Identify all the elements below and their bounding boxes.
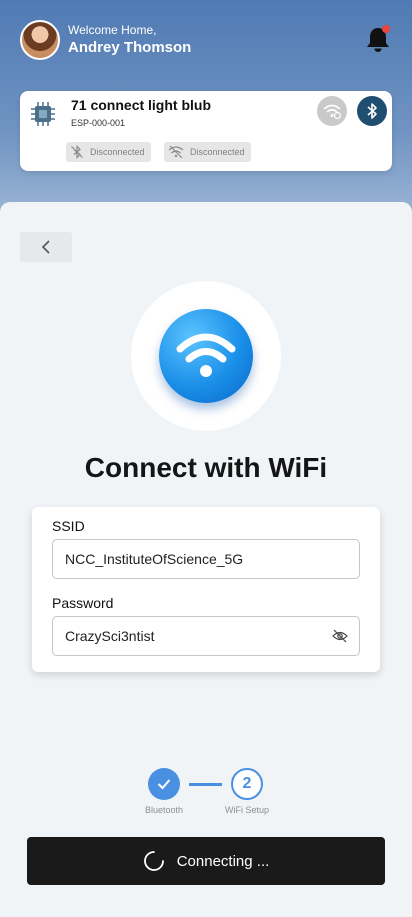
bluetooth-button[interactable] [357,96,387,126]
connecting-label: Connecting ... [176,852,270,870]
greeting-block: Welcome Home, Andrey Thomson [68,23,191,57]
screen: Welcome Home, Andrey Thomson 71 connect … [0,0,412,917]
bell-icon[interactable] [364,24,392,54]
wifi-off-icon [168,145,184,159]
step-connector [189,783,222,786]
bluetooth-status-badge: Disconnected [66,142,151,162]
step-label-wifi-setup: WiFi Setup [224,805,269,815]
header: Welcome Home, Andrey Thomson [20,18,392,62]
hero-badge [131,281,281,431]
avatar[interactable] [20,20,60,60]
wifi-settings-icon [323,104,341,119]
wifi-form: SSID Password [32,507,380,672]
wifi-status-text: Disconnected [190,147,245,157]
notification-dot [382,25,390,33]
page-title: Connect with WiFi [84,452,328,483]
check-icon [157,779,171,790]
step-bluetooth [148,768,180,800]
step-label-bluetooth: Bluetooth [144,805,184,815]
ssid-label: SSID [52,518,85,534]
chip-icon [30,101,56,127]
chevron-left-icon [41,240,50,254]
step-wifi-setup: 2 [231,768,263,800]
password-field[interactable] [52,616,360,656]
ssid-field[interactable] [52,539,360,579]
device-card[interactable]: 71 connect light blub ESP-000-001 Discon… [20,91,392,171]
back-button[interactable] [20,232,72,262]
device-id: ESP-000-001 [71,118,126,128]
password-label: Password [52,595,114,611]
step-number: 2 [242,775,252,792]
eye-off-icon[interactable] [332,628,348,644]
device-name: 71 connect light blub [71,97,212,113]
connect-wifi-sheet: Connect with WiFi SSID Password 2 [0,202,412,917]
greeting-text: Welcome Home, [68,23,157,37]
bluetooth-icon [367,103,377,119]
connecting-button[interactable]: Connecting ... [27,837,385,885]
wifi-status-badge: Disconnected [164,142,251,162]
loading-spinner-icon [143,851,164,871]
bluetooth-status-text: Disconnected [90,147,145,157]
bluetooth-off-icon [71,145,83,159]
wifi-settings-button[interactable] [317,96,347,126]
wifi-icon [159,309,253,403]
user-name: Andrey Thomson [68,39,192,56]
